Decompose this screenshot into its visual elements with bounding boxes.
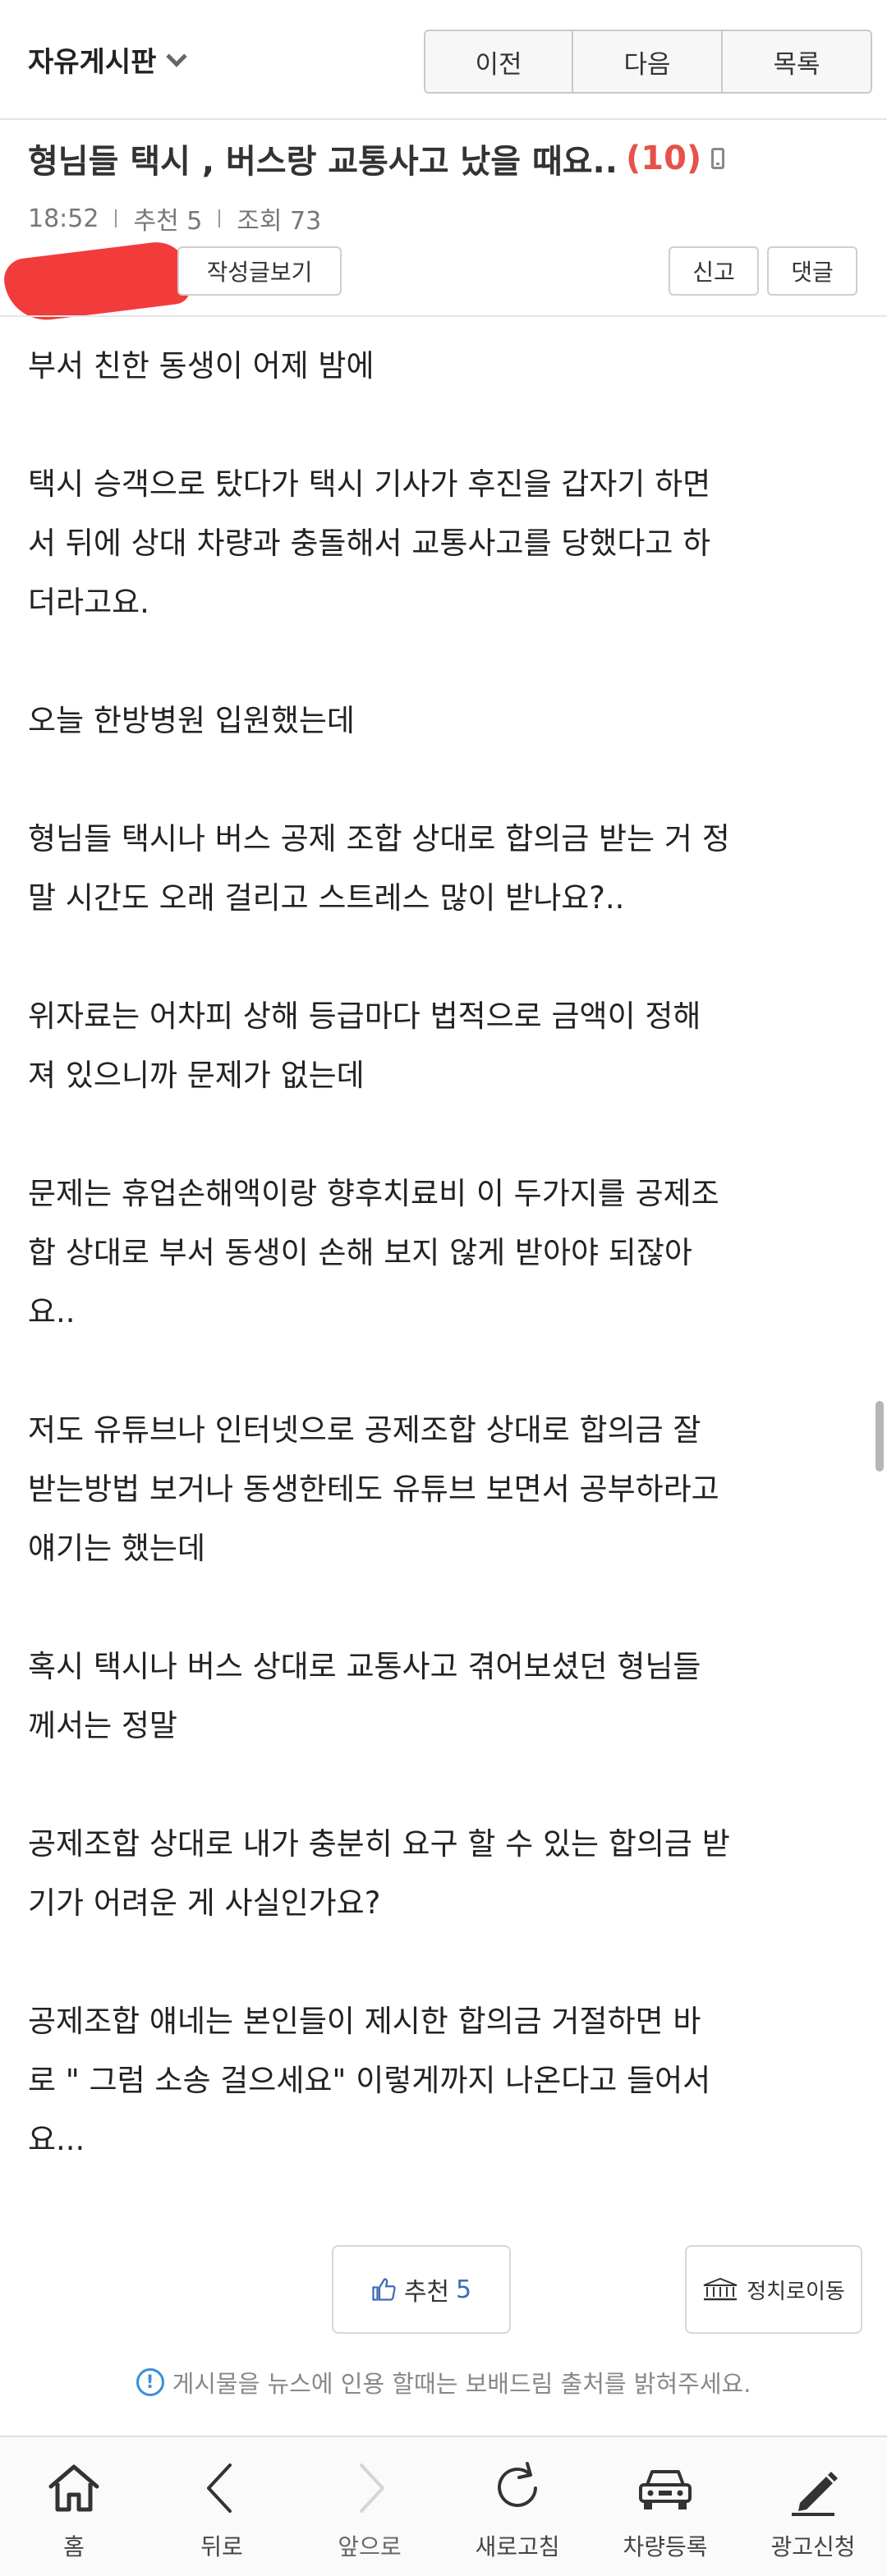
comment-count[interactable]: (10) (626, 140, 701, 177)
body-line: 택시 승객으로 탔다가 택시 기사가 후진을 갑자기 하면 (28, 466, 711, 502)
post-nav-buttons: 이전 다음 목록 (424, 30, 872, 94)
post-meta: 18:52 추천 5 조회 73 (28, 200, 321, 236)
body-paragraph: 택시 승객으로 탔다가 택시 기사가 후진을 갑자기 하면서 뒤에 상대 차량과… (28, 455, 857, 632)
nav-car-register[interactable]: 차량등록 (591, 2437, 739, 2576)
info-icon: ! (136, 2368, 164, 2396)
nav-forward[interactable]: 앞으로 (296, 2437, 444, 2576)
body-line: 공제조합 얘네는 본인들이 제시한 합의금 거절하면 바 (28, 2004, 701, 2039)
citation-notice-text: 게시물을 뉴스에 인용 할때는 보배드림 출처를 밝혀주세요. (172, 2370, 751, 2398)
car-icon (639, 2470, 692, 2509)
next-button[interactable]: 다음 (573, 30, 723, 94)
recommend-label: 추천 (403, 2278, 450, 2307)
nav-ad-request-label: 광고신청 (770, 2533, 856, 2560)
author-row: 작성글보기 신고 댓글 (0, 238, 887, 325)
body-line: 서 뒤에 상대 차량과 충돌해서 교통사고를 당했다고 하 (28, 526, 711, 561)
body-line: 말 시간도 오래 걸리고 스트레스 많이 받나요?.. (28, 880, 625, 916)
body-line: 위자료는 어차피 상해 등급마다 법적으로 금액이 정해 (28, 999, 701, 1034)
nav-refresh[interactable]: 새로고침 (444, 2437, 591, 2576)
nav-back-label: 뒤로 (200, 2533, 243, 2560)
body-paragraph: 위자료는 어차피 상해 등급마다 법적으로 금액이 정해져 있으니까 문제가 없… (28, 987, 857, 1105)
mobile-icon (711, 148, 725, 169)
post-title-text: 형님들 택시 , 버스랑 교통사고 났을 때요.. (28, 143, 618, 181)
recommend-count: 5 (456, 2275, 472, 2304)
board-name: 자유게시판 (28, 46, 157, 79)
nav-back[interactable]: 뒤로 (148, 2437, 296, 2576)
list-button[interactable]: 목록 (723, 30, 872, 94)
body-line: 문제는 휴업손해액이랑 향후치료비 이 두가지를 공제조 (28, 1176, 719, 1211)
bottom-nav: 홈 뒤로 앞으로 새로고침 차량등록 광고신청 (0, 2436, 887, 2576)
home-icon (48, 2464, 99, 2512)
nav-home[interactable]: 홈 (0, 2437, 148, 2576)
post-time: 18:52 (28, 204, 99, 233)
chevron-down-icon (166, 45, 188, 67)
nav-car-register-label: 차량등록 (623, 2533, 708, 2560)
body-paragraph: 부서 친한 동생이 어제 밤에 (28, 337, 857, 396)
body-line: 기가 어려운 게 사실인가요? (28, 1885, 381, 1921)
comment-button[interactable]: 댓글 (767, 246, 857, 296)
nav-forward-label: 앞으로 (338, 2533, 402, 2560)
meta-separator (218, 209, 221, 227)
body-line: 합 상대로 부서 동생이 손해 보지 않게 받아야 되잖아 (28, 1235, 692, 1270)
nav-ad-request[interactable]: 광고신청 (739, 2437, 887, 2576)
scrollbar[interactable] (876, 1401, 884, 1472)
thumbs-up-icon (372, 2278, 396, 2301)
body-line: 오늘 한방병원 입원했는데 (28, 703, 355, 738)
body-line: 져 있으니까 문제가 없는데 (28, 1058, 365, 1093)
body-line: 더라고요. (28, 585, 149, 620)
board-selector[interactable]: 자유게시판 (28, 39, 188, 80)
post-title: 형님들 택시 , 버스랑 교통사고 났을 때요.. (10) (28, 135, 725, 182)
chevron-left-icon (207, 2464, 232, 2513)
report-button[interactable]: 신고 (669, 246, 759, 296)
body-paragraph: 공제조합 얘네는 본인들이 제시한 합의금 거절하면 바로 " 그럼 소송 걸으… (28, 1992, 857, 2170)
body-line: 께서는 정말 (28, 1708, 177, 1743)
body-paragraph: 형님들 택시나 버스 공제 조합 상대로 합의금 받는 거 정말 시간도 오래 … (28, 810, 857, 928)
body-line: 부서 친한 동생이 어제 밤에 (28, 348, 375, 383)
top-bar: 자유게시판 이전 다음 목록 (0, 0, 887, 120)
body-line: 받는방법 보거나 동생한테도 유튜브 보면서 공부하라고 (28, 1472, 719, 1507)
pencil-icon (792, 2472, 838, 2516)
building-icon (703, 2277, 738, 2301)
post-views: 조회 73 (237, 207, 322, 236)
body-line: 형님들 택시나 버스 공제 조합 상대로 합의금 받는 거 정 (28, 821, 730, 856)
nav-home-label: 홈 (63, 2533, 85, 2560)
redacted-author (2, 238, 192, 325)
move-politics-button[interactable]: 정치로이동 (685, 2245, 862, 2334)
body-line: 요... (28, 2122, 85, 2157)
chevron-right-icon (360, 2464, 384, 2513)
author-posts-button[interactable]: 작성글보기 (177, 246, 342, 296)
post-recommend: 추천 5 (133, 207, 203, 236)
body-line: 얘기는 했는데 (28, 1531, 206, 1566)
move-politics-label: 정치로이동 (747, 2279, 845, 2304)
meta-separator (115, 209, 117, 227)
prev-button[interactable]: 이전 (424, 30, 573, 94)
refresh-icon (498, 2462, 537, 2507)
nav-refresh-label: 새로고침 (475, 2533, 560, 2560)
body-line: 혹시 택시나 버스 상대로 교통사고 겪어보셨던 형님들 (28, 1649, 701, 1684)
body-paragraph: 혹시 택시나 버스 상대로 교통사고 겪어보셨던 형님들께서는 정말 (28, 1637, 857, 1756)
body-line: 저도 유튜브나 인터넷으로 공제조합 상대로 합의금 잘 (28, 1412, 701, 1448)
body-paragraph: 공제조합 상대로 내가 충분히 요구 할 수 있는 합의금 받기가 어려운 게 … (28, 1815, 857, 1933)
divider (0, 315, 887, 317)
citation-notice: ! 게시물을 뉴스에 인용 할때는 보배드림 출처를 밝혀주세요. (0, 2365, 887, 2399)
body-line: 공제조합 상대로 내가 충분히 요구 할 수 있는 합의금 받 (28, 1826, 730, 1862)
body-line: 로 " 그럼 소송 걸으세요" 이렇게까지 나온다고 들어서 (28, 2063, 711, 2098)
body-line: 요.. (28, 1294, 76, 1329)
body-paragraph: 저도 유튜브나 인터넷으로 공제조합 상대로 합의금 잘받는방법 보거나 동생한… (28, 1401, 857, 1578)
post-body: 부서 친한 동생이 어제 밤에택시 승객으로 탔다가 택시 기사가 후진을 갑자… (28, 337, 857, 2229)
body-paragraph: 문제는 휴업손해액이랑 향후치료비 이 두가지를 공제조합 상대로 부서 동생이… (28, 1164, 857, 1342)
recommend-button[interactable]: 추천 5 (332, 2245, 511, 2334)
body-paragraph: 오늘 한방병원 입원했는데 (28, 691, 857, 751)
